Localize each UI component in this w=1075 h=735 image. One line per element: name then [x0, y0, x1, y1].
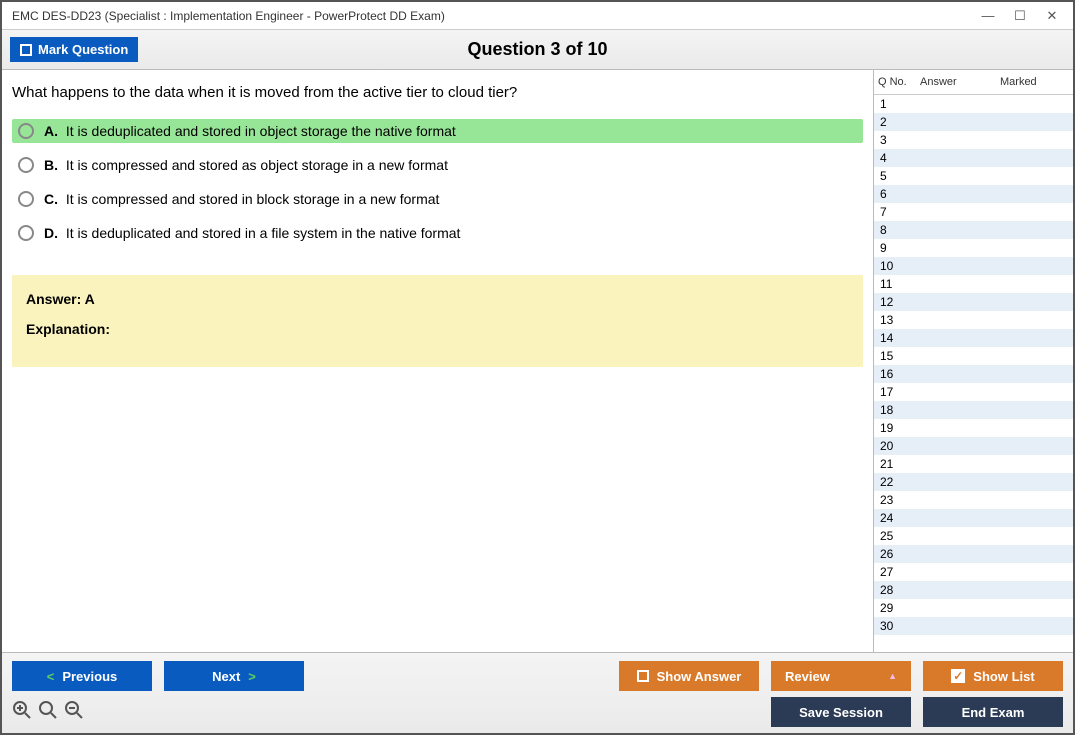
end-exam-button[interactable]: End Exam: [923, 697, 1063, 727]
question-row[interactable]: 2: [874, 113, 1073, 131]
checked-icon: ✓: [951, 669, 965, 683]
question-row[interactable]: 21: [874, 455, 1073, 473]
question-list-body[interactable]: 1234567891011121314151617181920212223242…: [874, 95, 1073, 652]
question-row[interactable]: 10: [874, 257, 1073, 275]
mark-question-label: Mark Question: [38, 42, 128, 57]
question-area: What happens to the data when it is move…: [2, 70, 873, 652]
col-answer: Answer: [916, 74, 996, 90]
question-row[interactable]: 23: [874, 491, 1073, 509]
question-row[interactable]: 17: [874, 383, 1073, 401]
save-session-button[interactable]: Save Session: [771, 697, 911, 727]
col-qno: Q No.: [874, 74, 916, 90]
option-A[interactable]: A. It is deduplicated and stored in obje…: [12, 119, 863, 143]
review-button[interactable]: Review ▲: [771, 661, 911, 691]
question-row[interactable]: 12: [874, 293, 1073, 311]
question-row[interactable]: 16: [874, 365, 1073, 383]
question-row[interactable]: 13: [874, 311, 1073, 329]
answer-line: Answer: A: [26, 291, 849, 307]
mark-question-button[interactable]: Mark Question: [10, 37, 138, 62]
question-row[interactable]: 28: [874, 581, 1073, 599]
question-row[interactable]: 11: [874, 275, 1073, 293]
radio-icon: [18, 123, 34, 139]
body: What happens to the data when it is move…: [2, 70, 1073, 652]
question-text: What happens to the data when it is move…: [12, 84, 863, 101]
question-row[interactable]: 5: [874, 167, 1073, 185]
question-row[interactable]: 3: [874, 131, 1073, 149]
show-list-button[interactable]: ✓ Show List: [923, 661, 1063, 691]
radio-icon: [18, 191, 34, 207]
options-list: A. It is deduplicated and stored in obje…: [12, 119, 863, 245]
question-row[interactable]: 26: [874, 545, 1073, 563]
question-row[interactable]: 8: [874, 221, 1073, 239]
checkbox-icon: [20, 44, 32, 56]
minimize-icon[interactable]: —: [981, 9, 995, 23]
chevron-right-icon: >: [248, 669, 256, 684]
footer: < Previous Next > Show Answer Review ▲ ✓…: [2, 652, 1073, 733]
triangle-up-icon: ▲: [888, 671, 897, 681]
topbar: Mark Question Question 3 of 10: [2, 30, 1073, 70]
previous-button[interactable]: < Previous: [12, 661, 152, 691]
question-counter: Question 3 of 10: [2, 39, 1073, 60]
explanation-label: Explanation:: [26, 321, 849, 337]
zoom-reset-icon[interactable]: [38, 700, 58, 725]
question-row[interactable]: 1: [874, 95, 1073, 113]
maximize-icon[interactable]: ☐: [1013, 9, 1027, 23]
close-icon[interactable]: ✕: [1045, 9, 1059, 23]
show-answer-button[interactable]: Show Answer: [619, 661, 759, 691]
next-button[interactable]: Next >: [164, 661, 304, 691]
question-list-header: Q No. Answer Marked: [874, 70, 1073, 95]
question-row[interactable]: 14: [874, 329, 1073, 347]
question-row[interactable]: 18: [874, 401, 1073, 419]
option-D[interactable]: D. It is deduplicated and stored in a fi…: [12, 221, 863, 245]
question-row[interactable]: 29: [874, 599, 1073, 617]
option-B[interactable]: B. It is compressed and stored as object…: [12, 153, 863, 177]
question-row[interactable]: 20: [874, 437, 1073, 455]
zoom-out-icon[interactable]: [64, 700, 84, 725]
titlebar: EMC DES-DD23 (Specialist : Implementatio…: [2, 2, 1073, 30]
question-row[interactable]: 7: [874, 203, 1073, 221]
question-row[interactable]: 9: [874, 239, 1073, 257]
window-title: EMC DES-DD23 (Specialist : Implementatio…: [8, 9, 445, 23]
question-row[interactable]: 4: [874, 149, 1073, 167]
question-row[interactable]: 15: [874, 347, 1073, 365]
question-row[interactable]: 24: [874, 509, 1073, 527]
chevron-left-icon: <: [47, 669, 55, 684]
radio-icon: [18, 225, 34, 241]
question-list-panel: Q No. Answer Marked 12345678910111213141…: [873, 70, 1073, 652]
checkbox-icon: [637, 670, 649, 682]
radio-icon: [18, 157, 34, 173]
answer-box: Answer: A Explanation:: [12, 275, 863, 367]
question-row[interactable]: 22: [874, 473, 1073, 491]
col-marked: Marked: [996, 74, 1073, 90]
window-controls: — ☐ ✕: [981, 9, 1067, 23]
question-row[interactable]: 6: [874, 185, 1073, 203]
question-row[interactable]: 25: [874, 527, 1073, 545]
question-row[interactable]: 19: [874, 419, 1073, 437]
question-row[interactable]: 27: [874, 563, 1073, 581]
question-row[interactable]: 30: [874, 617, 1073, 635]
zoom-controls: [12, 700, 84, 725]
zoom-in-icon[interactable]: [12, 700, 32, 725]
option-C[interactable]: C. It is compressed and stored in block …: [12, 187, 863, 211]
app-window: EMC DES-DD23 (Specialist : Implementatio…: [0, 0, 1075, 735]
